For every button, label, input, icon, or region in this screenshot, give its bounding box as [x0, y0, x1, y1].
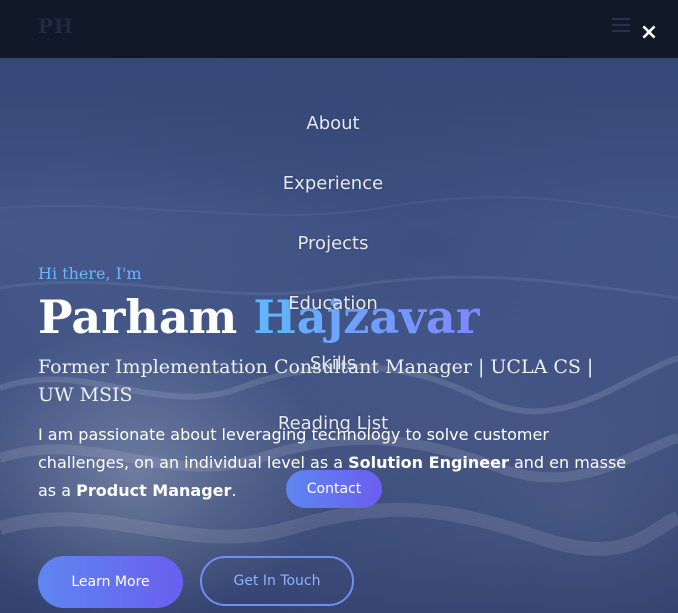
- hamburger-menu-icon[interactable]: [612, 18, 630, 32]
- mobile-nav-menu: About Experience Projects Education Skil…: [0, 58, 678, 613]
- nav-item-education[interactable]: Education: [0, 293, 666, 314]
- nav-item-experience[interactable]: Experience: [0, 173, 666, 194]
- nav-item-reading-list[interactable]: Reading List: [0, 413, 666, 434]
- nav-item-projects[interactable]: Projects: [0, 233, 666, 254]
- close-menu-button[interactable]: ×: [638, 22, 660, 44]
- nav-item-skills[interactable]: Skills: [0, 353, 666, 374]
- top-navbar: PH: [0, 0, 678, 58]
- nav-contact-button[interactable]: Contact: [286, 470, 382, 508]
- nav-item-about[interactable]: About: [0, 113, 666, 134]
- site-logo[interactable]: PH: [38, 14, 74, 38]
